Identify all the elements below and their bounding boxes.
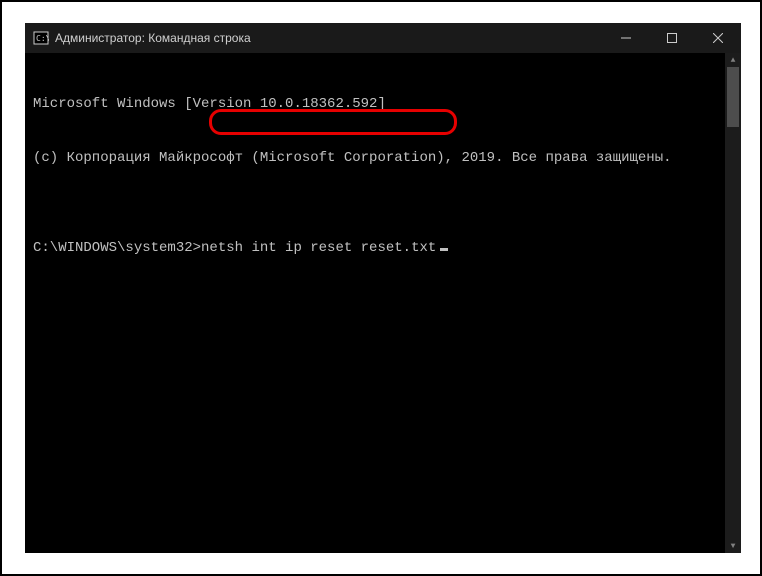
- close-button[interactable]: [695, 23, 741, 53]
- terminal-body[interactable]: Microsoft Windows [Version 10.0.18362.59…: [25, 53, 741, 553]
- titlebar-text: Администратор: Командная строка: [55, 31, 603, 45]
- svg-text:C:\: C:\: [36, 34, 49, 43]
- terminal-line: Microsoft Windows [Version 10.0.18362.59…: [33, 95, 733, 113]
- scrollbar[interactable]: ▲ ▼: [725, 53, 741, 553]
- window-controls: [603, 23, 741, 53]
- scroll-up-icon[interactable]: ▲: [725, 53, 741, 67]
- cursor: [440, 248, 448, 251]
- minimize-button[interactable]: [603, 23, 649, 53]
- terminal-line: (c) Корпорация Майкрософт (Microsoft Cor…: [33, 149, 733, 167]
- scroll-down-icon[interactable]: ▼: [725, 539, 741, 553]
- command-prompt-window: C:\ Администратор: Командная строка Micr…: [25, 23, 741, 553]
- screenshot-border: C:\ Администратор: Командная строка Micr…: [0, 0, 762, 576]
- prompt-text: C:\WINDOWS\system32>: [33, 240, 201, 256]
- command-text: netsh int ip reset reset.txt: [201, 240, 436, 256]
- titlebar[interactable]: C:\ Администратор: Командная строка: [25, 23, 741, 53]
- terminal-command-line: C:\WINDOWS\system32>netsh int ip reset r…: [33, 239, 733, 257]
- cmd-icon: C:\: [33, 30, 49, 46]
- maximize-button[interactable]: [649, 23, 695, 53]
- scrollbar-thumb[interactable]: [727, 67, 739, 127]
